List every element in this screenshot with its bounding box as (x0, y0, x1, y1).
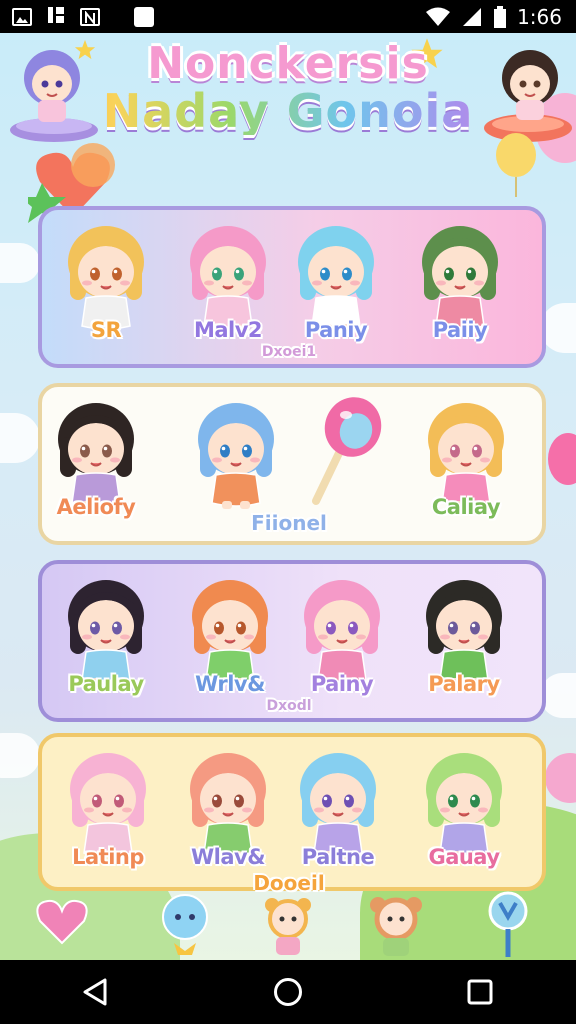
character-avatar[interactable] (186, 393, 286, 511)
character-avatar[interactable] (414, 743, 514, 861)
battery-icon (494, 5, 507, 28)
bear-friend-2[interactable] (366, 895, 426, 957)
character-name-label: Paiiy (432, 318, 488, 342)
candy-wand[interactable] (478, 889, 538, 959)
character-avatar[interactable] (414, 570, 514, 688)
cloud (0, 243, 40, 283)
game-screen: Nonckersis Naday Gonoia SR Malv2 Paniy P… (0, 33, 576, 960)
character-name-label: Painy (310, 672, 374, 696)
home-button[interactable] (258, 962, 318, 1022)
bubble-friend[interactable] (158, 893, 212, 957)
home-icon (274, 978, 302, 1006)
character-avatar[interactable] (58, 743, 158, 861)
square-icon (134, 6, 154, 27)
character-avatar[interactable] (178, 216, 278, 334)
character-name-label: Palary (428, 672, 500, 696)
clock: 1:66 (517, 4, 562, 29)
character-avatar[interactable] (286, 216, 386, 334)
character-avatar[interactable] (46, 393, 146, 511)
lollipop-item[interactable] (298, 393, 388, 511)
character-name-label: Wlav& (190, 845, 266, 869)
yellow-balloon (496, 133, 536, 197)
back-icon (83, 978, 107, 1006)
cloud (0, 413, 40, 463)
character-avatar[interactable] (288, 743, 388, 861)
character-avatar[interactable] (180, 570, 280, 688)
character-name-label: Paulay (68, 672, 144, 696)
nfc-icon (80, 7, 100, 26)
pink-tree (545, 753, 576, 803)
signal-icon (463, 7, 482, 26)
character-avatar[interactable] (292, 570, 392, 688)
wifi-icon (426, 7, 451, 26)
heart-charm[interactable] (32, 891, 92, 951)
game-title: Nonckersis Naday Gonoia (0, 38, 576, 136)
character-avatar[interactable] (410, 216, 510, 334)
image-icon (12, 7, 32, 26)
character-avatar[interactable] (178, 743, 278, 861)
recents-icon (467, 979, 493, 1005)
character-avatar[interactable] (416, 393, 516, 511)
back-button[interactable] (66, 962, 126, 1022)
recents-button[interactable] (450, 962, 510, 1022)
character-name-label: Paltne (301, 845, 375, 869)
character-name-label: Latinp (72, 845, 144, 869)
row-subtitle: Dxodl (266, 698, 312, 714)
title-line-1: Nonckersis (147, 38, 429, 89)
character-name-label: Caliay (431, 495, 501, 519)
bear-friend-1[interactable] (260, 895, 316, 957)
row-subtitle: Dooeil (253, 871, 325, 895)
character-name-label: Gauay (428, 845, 500, 869)
character-name-label: Wrlv& (195, 672, 265, 696)
character-name-label: Aeliofy (56, 495, 136, 519)
character-avatar[interactable] (56, 570, 156, 688)
pink-balloon (548, 433, 576, 485)
character-name-label: Paniy (304, 318, 368, 342)
status-bar: 1:66 (0, 0, 576, 33)
navigation-bar (0, 960, 576, 1024)
character-name-label: SR (90, 318, 122, 342)
title-line-2: Naday Gonoia (0, 87, 576, 136)
character-avatar[interactable] (56, 216, 156, 334)
cloud (0, 733, 40, 778)
character-name-label: Malv2 (193, 318, 263, 342)
row-subtitle: Fiionel (251, 511, 327, 535)
row-subtitle: Dxoei1 (261, 344, 317, 360)
data-icon (46, 5, 66, 29)
